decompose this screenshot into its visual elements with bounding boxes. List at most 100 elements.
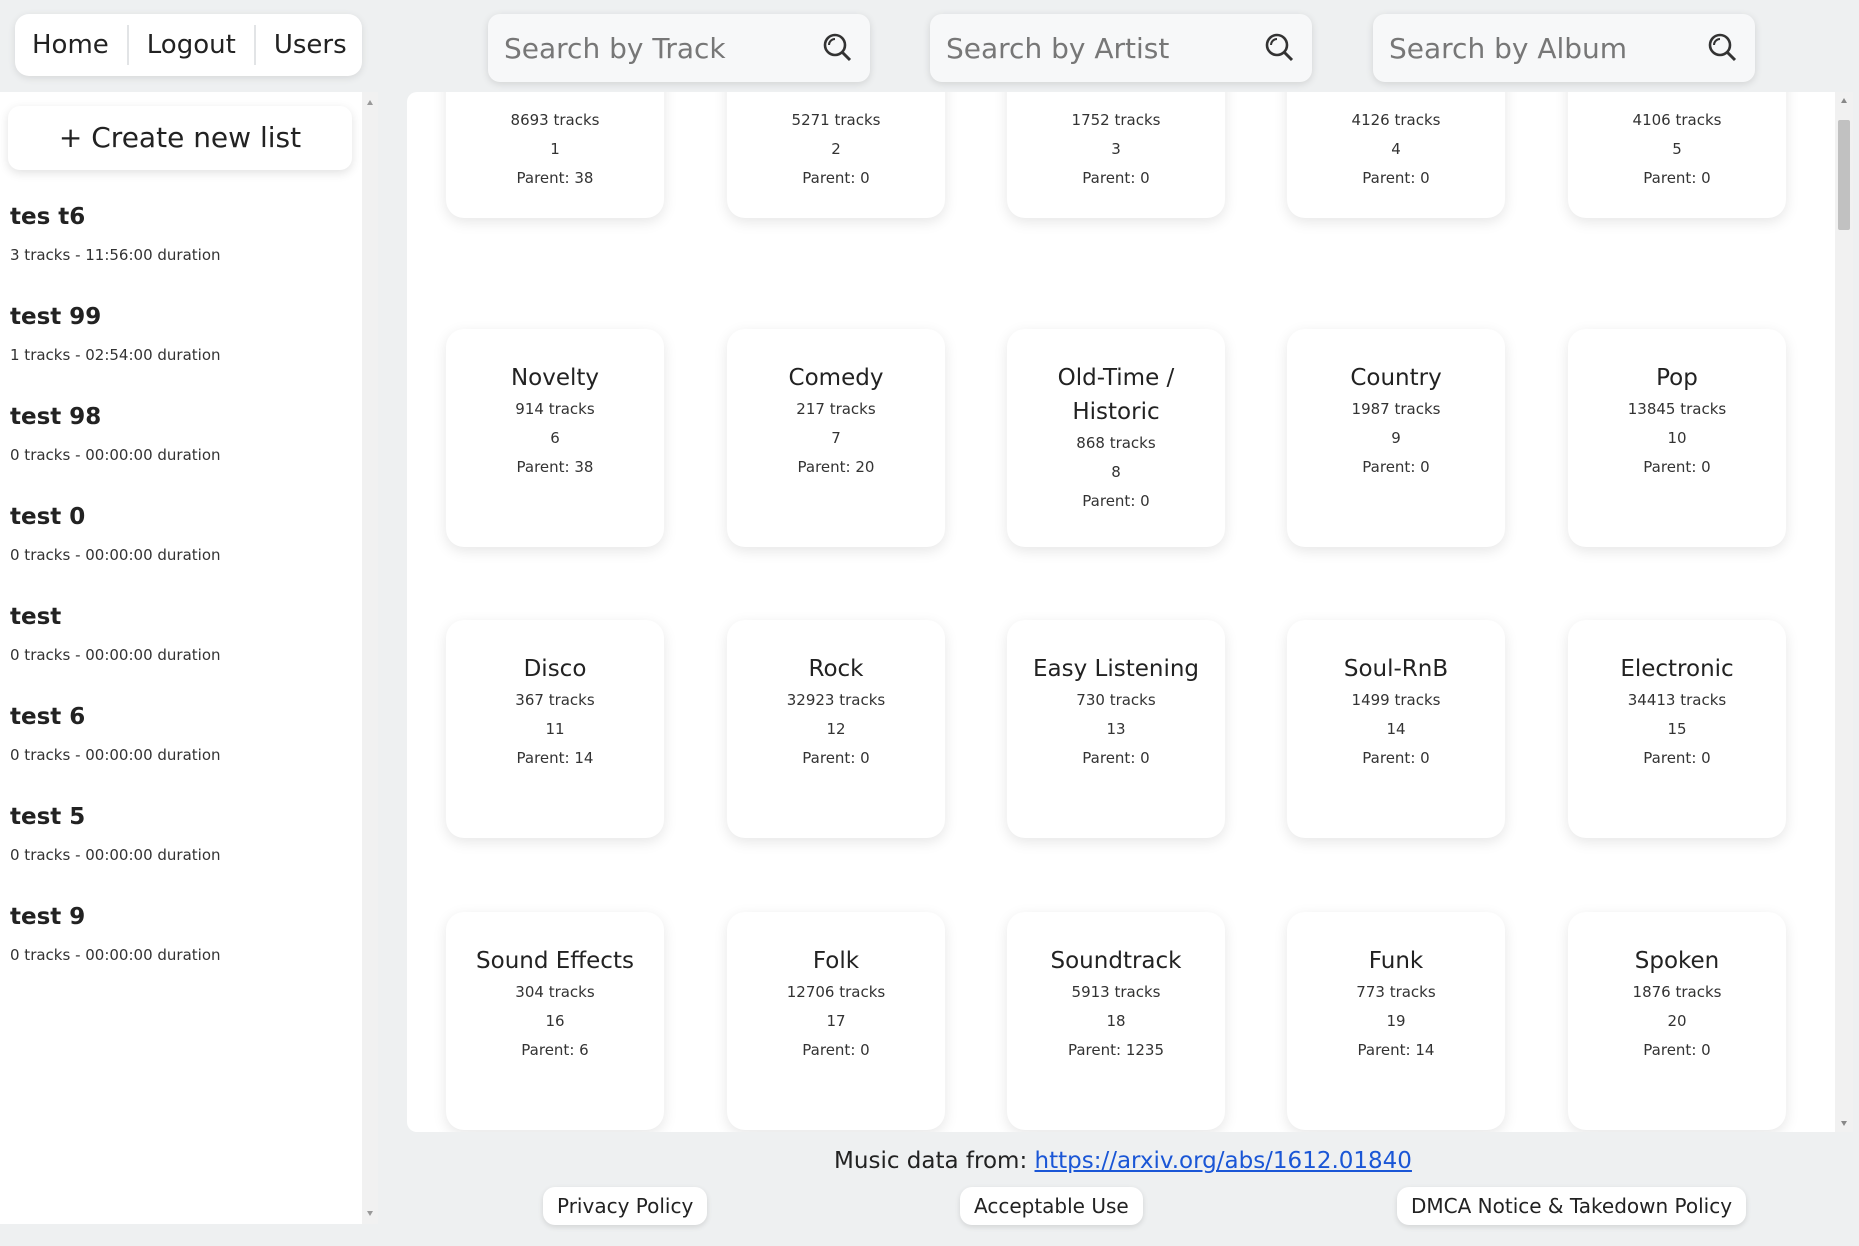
genre-card[interactable]: Sound Effects 304 tracks 16 Parent: 6 xyxy=(446,912,664,1130)
genre-track-count: 12706 tracks xyxy=(786,983,886,1001)
genre-card[interactable]: Novelty 914 tracks 6 Parent: 38 xyxy=(446,329,664,547)
genre-id: 11 xyxy=(545,720,565,738)
list-item[interactable]: tes t6 3 tracks - 11:56:00 duration xyxy=(10,202,352,302)
genre-card[interactable]: Spoken 1876 tracks 20 Parent: 0 xyxy=(1568,912,1786,1130)
genre-card[interactable]: Soul-RnB 1499 tracks 14 Parent: 0 xyxy=(1287,620,1505,838)
track-search-input[interactable] xyxy=(502,30,814,66)
list-meta: 0 tracks - 00:00:00 duration xyxy=(10,946,221,964)
list-meta: 1 tracks - 02:54:00 duration xyxy=(10,346,221,364)
nav-home-link[interactable]: Home xyxy=(15,25,129,65)
list-item[interactable]: test 99 1 tracks - 02:54:00 duration xyxy=(10,302,352,402)
list-item[interactable]: test 9 0 tracks - 00:00:00 duration xyxy=(10,902,352,1002)
genre-id: 12 xyxy=(826,720,846,738)
genre-track-count: 1987 tracks xyxy=(1351,400,1441,418)
genre-parent: Parent: 0 xyxy=(802,749,870,767)
create-list-button[interactable]: + Create new list xyxy=(8,106,352,170)
genre-parent: Parent: 0 xyxy=(1082,492,1150,510)
genre-id: 4 xyxy=(1391,140,1401,158)
list-meta: 0 tracks - 00:00:00 duration xyxy=(10,546,221,564)
genre-track-count: 914 tracks xyxy=(515,400,595,418)
genre-track-count: 217 tracks xyxy=(796,400,876,418)
genre-card[interactable]: Comedy 217 tracks 7 Parent: 20 xyxy=(727,329,945,547)
list-name: test 98 xyxy=(10,404,102,430)
genre-card[interactable]: Country 1987 tracks 9 Parent: 0 xyxy=(1287,329,1505,547)
scroll-up-icon[interactable] xyxy=(1841,98,1847,103)
list-meta: 3 tracks - 11:56:00 duration xyxy=(10,246,221,264)
genre-parent: Parent: 0 xyxy=(1362,169,1430,187)
genre-track-count: 304 tracks xyxy=(515,983,595,1001)
genre-id: 14 xyxy=(1386,720,1406,738)
genre-id: 9 xyxy=(1391,429,1401,447)
nav-users-link[interactable]: Users xyxy=(256,25,365,65)
genre-card[interactable]: Easy Listening 730 tracks 13 Parent: 0 xyxy=(1007,620,1225,838)
privacy-policy-button[interactable]: Privacy Policy xyxy=(543,1187,708,1225)
genre-card[interactable]: Folk 12706 tracks 17 Parent: 0 xyxy=(727,912,945,1130)
search-icon[interactable] xyxy=(820,30,856,66)
genre-title: Rock xyxy=(808,656,864,682)
dmca-policy-button[interactable]: DMCA Notice & Takedown Policy xyxy=(1397,1187,1747,1225)
artist-search xyxy=(930,14,1312,82)
genre-title: Spoken xyxy=(1634,948,1720,974)
list-item[interactable]: test 5 0 tracks - 00:00:00 duration xyxy=(10,802,352,902)
genre-parent: Parent: 0 xyxy=(1643,749,1711,767)
genre-title: Comedy xyxy=(788,365,884,391)
list-meta: 0 tracks - 00:00:00 duration xyxy=(10,646,221,664)
data-source-credit: Music data from: https://arxiv.org/abs/1… xyxy=(407,1148,1839,1174)
artist-search-input[interactable] xyxy=(944,30,1256,66)
playlist-sidebar: + Create new list tes t6 3 tracks - 11:5… xyxy=(0,92,362,1224)
scroll-down-icon[interactable] xyxy=(367,1211,373,1216)
genre-card[interactable]: Old-Time / Historic 868 tracks 8 Parent:… xyxy=(1007,329,1225,547)
genre-grid: 8693 tracks 1 Parent: 38 5271 tracks 2 P… xyxy=(407,92,1839,1132)
genre-card[interactable]: 4106 tracks 5 Parent: 0 xyxy=(1568,92,1786,218)
sidebar-scrollbar[interactable] xyxy=(362,92,378,1224)
list-item[interactable]: test 0 0 tracks - 00:00:00 duration xyxy=(10,502,352,602)
list-name: tes t6 xyxy=(10,204,86,230)
genre-card[interactable]: Pop 13845 tracks 10 Parent: 0 xyxy=(1568,329,1786,547)
scroll-up-icon[interactable] xyxy=(367,100,373,105)
genre-track-count: 730 tracks xyxy=(1076,691,1156,709)
genre-track-count: 4126 tracks xyxy=(1351,111,1441,129)
genre-card[interactable]: 1752 tracks 3 Parent: 0 xyxy=(1007,92,1225,218)
genre-id: 19 xyxy=(1386,1012,1406,1030)
genre-id: 3 xyxy=(1111,140,1121,158)
genre-card[interactable]: Disco 367 tracks 11 Parent: 14 xyxy=(446,620,664,838)
nav-logout-link[interactable]: Logout xyxy=(129,25,256,65)
list-name: test 6 xyxy=(10,704,86,730)
search-icon[interactable] xyxy=(1262,30,1298,66)
acceptable-use-button[interactable]: Acceptable Use xyxy=(960,1187,1143,1225)
genre-parent: Parent: 38 xyxy=(516,458,594,476)
genre-card[interactable]: Funk 773 tracks 19 Parent: 14 xyxy=(1287,912,1505,1130)
scroll-down-icon[interactable] xyxy=(1841,1121,1847,1126)
list-meta: 0 tracks - 00:00:00 duration xyxy=(10,846,221,864)
genre-card[interactable]: Electronic 34413 tracks 15 Parent: 0 xyxy=(1568,620,1786,838)
genre-parent: Parent: 0 xyxy=(802,1041,870,1059)
genre-track-count: 1876 tracks xyxy=(1632,983,1722,1001)
list-item[interactable]: test 98 0 tracks - 00:00:00 duration xyxy=(10,402,352,502)
genre-track-count: 13845 tracks xyxy=(1627,400,1727,418)
genre-title: Sound Effects xyxy=(476,948,634,974)
genre-card[interactable]: Soundtrack 5913 tracks 18 Parent: 1235 xyxy=(1007,912,1225,1130)
genre-parent: Parent: 14 xyxy=(516,749,594,767)
list-item[interactable]: test 6 0 tracks - 00:00:00 duration xyxy=(10,702,352,802)
list-name: test 0 xyxy=(10,504,86,530)
list-meta: 0 tracks - 00:00:00 duration xyxy=(10,446,221,464)
genre-title: Country xyxy=(1350,365,1442,391)
genre-track-count: 8693 tracks xyxy=(510,111,600,129)
track-search xyxy=(488,14,870,82)
genre-parent: Parent: 38 xyxy=(516,169,594,187)
search-icon[interactable] xyxy=(1705,30,1741,66)
genre-card[interactable]: 5271 tracks 2 Parent: 0 xyxy=(727,92,945,218)
genre-card[interactable]: 8693 tracks 1 Parent: 38 xyxy=(446,92,664,218)
main-scrollbar[interactable] xyxy=(1835,92,1853,1132)
list-item[interactable]: test 0 tracks - 00:00:00 duration xyxy=(10,602,352,702)
data-source-link[interactable]: https://arxiv.org/abs/1612.01840 xyxy=(1035,1148,1412,1174)
data-source-label: Music data from: xyxy=(834,1148,1028,1174)
album-search-input[interactable] xyxy=(1387,30,1699,66)
genre-id: 13 xyxy=(1106,720,1126,738)
genre-card[interactable]: Rock 32923 tracks 12 Parent: 0 xyxy=(727,620,945,838)
genre-parent: Parent: 0 xyxy=(1643,169,1711,187)
genre-track-count: 868 tracks xyxy=(1076,434,1156,452)
genre-card[interactable]: 4126 tracks 4 Parent: 0 xyxy=(1287,92,1505,218)
scrollbar-thumb[interactable] xyxy=(1838,120,1850,230)
genre-parent: Parent: 14 xyxy=(1357,1041,1435,1059)
